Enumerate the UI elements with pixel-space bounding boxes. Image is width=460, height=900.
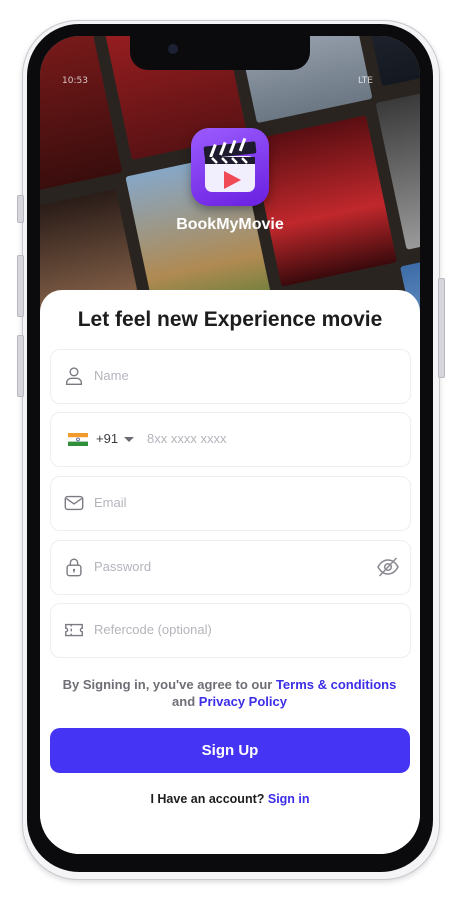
privacy-link[interactable]: Privacy Policy — [199, 694, 287, 709]
sign-in-prompt: I Have an account? — [150, 792, 268, 806]
side-button-action — [17, 195, 24, 223]
sign-in-row: I Have an account? Sign in — [40, 792, 420, 806]
collage-tile — [250, 115, 398, 287]
name-field[interactable]: Name — [50, 349, 411, 404]
side-button-volume-down — [17, 335, 24, 397]
app-screen: 10:53 LTE BookMyMovie Let feel new Exper… — [40, 36, 420, 854]
refcode-field[interactable]: Refercode (optional) — [50, 603, 411, 658]
terms-text: By Signing in, you've agree to our Terms… — [50, 676, 409, 710]
terms-prefix: By Signing in, you've agree to our — [62, 677, 276, 692]
name-placeholder: Name — [94, 368, 129, 383]
phone-field[interactable]: +91 8xx xxxx xxxx — [50, 412, 411, 467]
email-placeholder: Email — [94, 495, 127, 510]
phone-placeholder: 8xx xxxx xxxx — [147, 431, 227, 446]
status-time: 10:53 — [62, 76, 88, 86]
ticket-icon — [65, 623, 83, 637]
clapperboard-icon — [203, 137, 257, 192]
password-field[interactable]: Password — [50, 540, 411, 595]
signup-sheet: Let feel new Experience movie Name +91 8… — [40, 290, 420, 854]
status-network: LTE — [358, 76, 373, 86]
refcode-placeholder: Refercode (optional) — [94, 622, 212, 637]
side-button-volume-up — [17, 255, 24, 317]
mail-icon — [64, 495, 84, 511]
side-button-power — [438, 278, 445, 378]
user-icon — [65, 367, 83, 385]
front-camera — [168, 44, 178, 54]
terms-and: and — [172, 694, 199, 709]
terms-link[interactable]: Terms & conditions — [276, 677, 396, 692]
eye-off-icon[interactable] — [376, 555, 400, 579]
country-code[interactable]: +91 — [96, 431, 118, 446]
page-title: Let feel new Experience movie — [77, 308, 383, 331]
india-flag-icon — [68, 433, 88, 446]
app-name: BookMyMovie — [176, 216, 284, 233]
chevron-down-icon[interactable] — [124, 437, 134, 442]
sign-in-link[interactable]: Sign in — [268, 792, 310, 806]
lock-icon — [66, 558, 82, 577]
email-field[interactable]: Email — [50, 476, 411, 531]
phone-notch — [130, 36, 310, 70]
password-placeholder: Password — [94, 559, 152, 574]
app-logo — [191, 128, 269, 206]
sign-up-button[interactable]: Sign Up — [50, 728, 410, 773]
